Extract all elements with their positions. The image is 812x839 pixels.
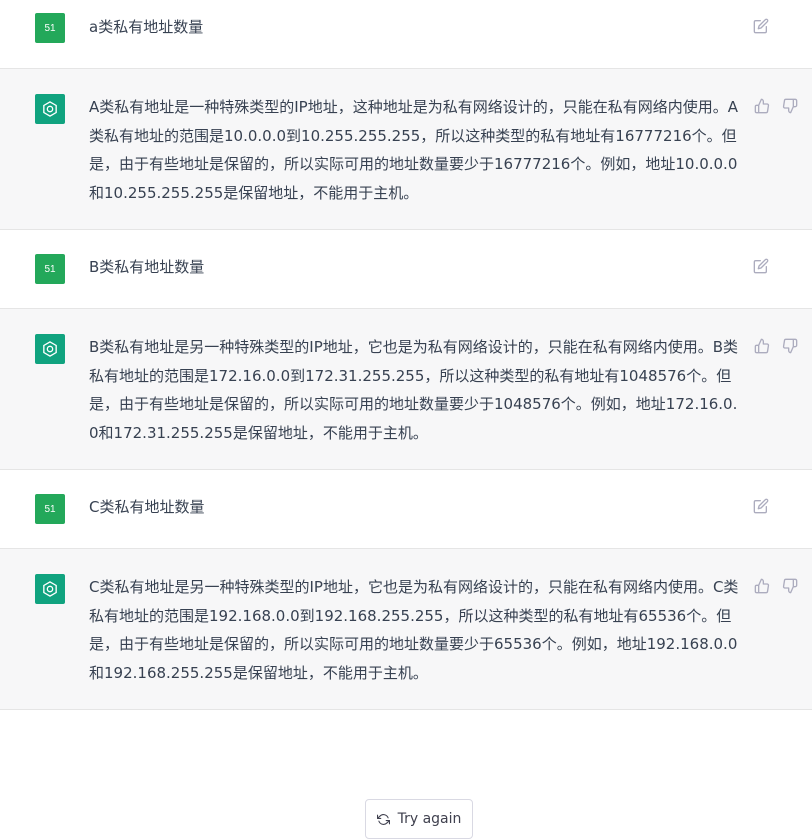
user-avatar: 51: [35, 254, 65, 284]
assistant-avatar: [35, 94, 65, 124]
assistant-avatar: [35, 334, 65, 364]
edit-icon[interactable]: [753, 18, 769, 34]
thumbs-down-icon[interactable]: [782, 338, 798, 354]
thumbs-down-icon[interactable]: [782, 578, 798, 594]
user-message-text: B类私有地址数量: [89, 258, 205, 276]
openai-logo-icon: [43, 101, 57, 117]
assistant-avatar: [35, 574, 65, 604]
try-again-button[interactable]: Try again: [365, 799, 473, 839]
user-message: 51 B类私有地址数量: [0, 230, 812, 308]
thumbs-down-icon[interactable]: [782, 98, 798, 114]
assistant-message-text: A类私有地址是一种特殊类型的IP地址，这种地址是为私有网络设计的，只能在私有网络…: [89, 98, 738, 202]
edit-icon[interactable]: [753, 498, 769, 514]
assistant-message-text: C类私有地址是另一种特殊类型的IP地址，它也是为私有网络设计的，只能在私有网络内…: [89, 578, 739, 682]
thumbs-up-icon[interactable]: [754, 338, 770, 354]
assistant-message: B类私有地址是另一种特殊类型的IP地址，它也是为私有网络设计的，只能在私有网络内…: [0, 308, 812, 470]
user-avatar: 51: [35, 13, 65, 43]
openai-logo-icon: [43, 581, 57, 597]
thumbs-up-icon[interactable]: [754, 578, 770, 594]
user-message-text: C类私有地址数量: [89, 498, 205, 516]
thumbs-up-icon[interactable]: [754, 98, 770, 114]
refresh-icon: [376, 813, 390, 825]
user-message: 51 a类私有地址数量: [0, 0, 812, 68]
assistant-message-text: B类私有地址是另一种特殊类型的IP地址，它也是为私有网络设计的，只能在私有网络内…: [89, 338, 739, 442]
assistant-message: C类私有地址是另一种特殊类型的IP地址，它也是为私有网络设计的，只能在私有网络内…: [0, 548, 812, 710]
try-again-label: Try again: [397, 811, 462, 827]
user-message: 51 C类私有地址数量: [0, 470, 812, 548]
openai-logo-icon: [43, 341, 57, 357]
user-message-text: a类私有地址数量: [89, 18, 204, 36]
edit-icon[interactable]: [753, 258, 769, 274]
user-avatar: 51: [35, 494, 65, 524]
assistant-message: A类私有地址是一种特殊类型的IP地址，这种地址是为私有网络设计的，只能在私有网络…: [0, 68, 812, 230]
